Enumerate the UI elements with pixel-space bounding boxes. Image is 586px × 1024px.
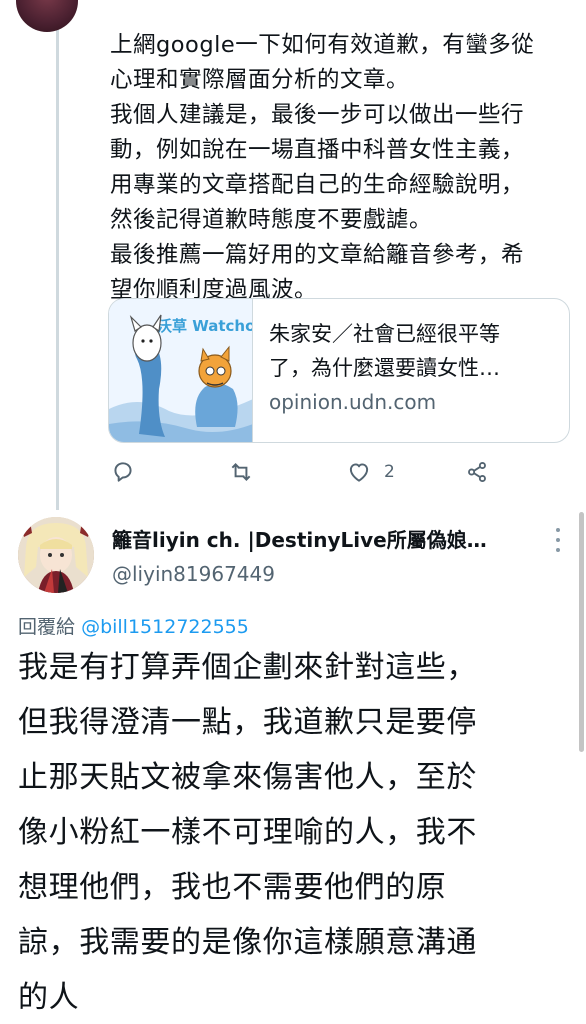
reply-to-mention-link[interactable]: @bill1512722555: [81, 616, 249, 638]
more-dot-icon: [556, 548, 560, 552]
link-preview-title-line: 了，為什麼還要讀女性…: [269, 356, 500, 380]
previous-tweet-text: 上網google一下如何有效道歉，有蠻多從 心理和實際層面分析的文章。 我個人建…: [110, 28, 580, 308]
reply-tweet-line: 但我得澄清一點，我道歉只是要停: [18, 705, 477, 740]
link-preview-thumbnail: 沃草 Watchout: [109, 299, 253, 442]
previous-tweet-line: 我個人建議是，最後一步可以做出一些行: [110, 102, 525, 128]
link-preview-info: 朱家安／社會已經很平等 了，為什麼還要讀女性… opinion.udn.com: [253, 299, 569, 442]
reply-tweet-line: 諒，我需要的是像你這樣願意溝通: [18, 925, 477, 960]
more-options-button[interactable]: [548, 528, 568, 552]
link-preview-title-line: 朱家安／社會已經很平等: [269, 322, 500, 346]
like-count: 2: [384, 462, 395, 482]
previous-tweet-line: 用專業的文章搭配自己的生命經驗說明，: [110, 172, 525, 198]
previous-tweet-line: 動，例如說在一場直播中科普女性主義，: [110, 137, 525, 163]
previous-tweet-line: 心理和實際層面分析的文章。: [110, 67, 410, 93]
previous-tweet-line: 最後推薦一篇好用的文章給籬音參考，希: [110, 242, 525, 268]
more-dot-icon: [556, 528, 560, 532]
reply-tweet-text: 我是有打算弄個企劃來針對這些， 但我得澄清一點，我道歉只是要停 止那天貼文被拿來…: [18, 640, 578, 1024]
thread-connector-line: [56, 30, 59, 510]
reply-to-prefix: 回覆給: [18, 616, 76, 638]
scrollbar-thumb[interactable]: [579, 512, 584, 752]
reply-author-handle[interactable]: @liyin81967449: [112, 562, 275, 586]
reply-tweet-line: 的人: [18, 980, 80, 1015]
reply-author-avatar[interactable]: [18, 517, 94, 593]
more-dot-icon: [556, 538, 560, 542]
heart-icon: [349, 463, 369, 482]
reply-tweet-line: 我是有打算弄個企劃來針對這些，: [18, 650, 477, 685]
reply-tweet-line: 止那天貼文被拿來傷害他人，至於: [18, 760, 477, 795]
share-button[interactable]: [464, 456, 490, 488]
tweet-action-bar: 2: [108, 456, 568, 488]
watchout-illustration: 沃草 Watchout: [109, 299, 253, 442]
watchout-logo-text: 沃草 Watchout: [157, 317, 253, 335]
link-preview-card[interactable]: 沃草 Watchout 朱家安／社會已經很平等 了，為什麼還要讀女性… opin…: [108, 298, 570, 443]
previous-author-avatar[interactable]: [16, 0, 78, 32]
replying-to: 回覆給 @bill1512722555: [18, 612, 249, 639]
previous-tweet-line: 然後記得道歉時態度不要戲謔。: [110, 207, 433, 233]
like-button[interactable]: 2: [346, 456, 395, 488]
avatar-illustration: [18, 517, 94, 593]
share-icon: [468, 461, 486, 483]
reply-author-name[interactable]: 籬音liyin ch. |DestinyLive所屬偽娘…: [112, 524, 522, 553]
link-preview-domain: opinion.udn.com: [269, 390, 437, 414]
retweet-button[interactable]: [228, 456, 254, 488]
reply-icon: [114, 462, 132, 482]
previous-tweet-line: 上網google一下如何有效道歉，有蠻多從: [110, 32, 535, 58]
reply-button[interactable]: [110, 456, 136, 488]
reply-tweet-line: 像小粉紅一樣不可理喻的人，我不: [18, 815, 477, 850]
retweet-icon: [231, 463, 251, 481]
reply-tweet-line: 想理他們，我也不需要他們的原: [18, 870, 447, 905]
